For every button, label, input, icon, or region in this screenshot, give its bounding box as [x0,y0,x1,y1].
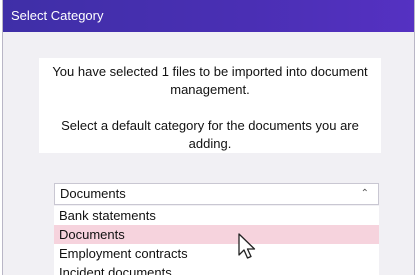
category-select[interactable]: Documents ⌃ [54,183,379,205]
dialog-title: Select Category [11,8,104,23]
category-option-documents[interactable]: Documents [54,225,379,244]
dialog-frame: Select Category You have selected 1 file… [2,0,415,275]
category-dropdown-list[interactable]: Bank statements Documents Employment con… [54,206,379,275]
category-instruction: Select a default category for the docume… [61,118,359,151]
dialog-title-bar[interactable]: Select Category [3,0,414,32]
chevron-up-icon[interactable]: ⌃ [361,184,369,204]
category-option-bank-statements[interactable]: Bank statements [54,206,379,225]
select-category-dialog: Select Category You have selected 1 file… [0,0,420,275]
message-panel: You have selected 1 files to be imported… [39,58,381,153]
category-option-employment-contracts[interactable]: Employment contracts [54,244,379,263]
mouse-pointer-icon [238,233,256,259]
category-select-value: Documents [60,186,126,201]
category-option-incident-documents[interactable]: Incident documents [54,263,379,275]
import-message: You have selected 1 files to be imported… [52,64,368,97]
